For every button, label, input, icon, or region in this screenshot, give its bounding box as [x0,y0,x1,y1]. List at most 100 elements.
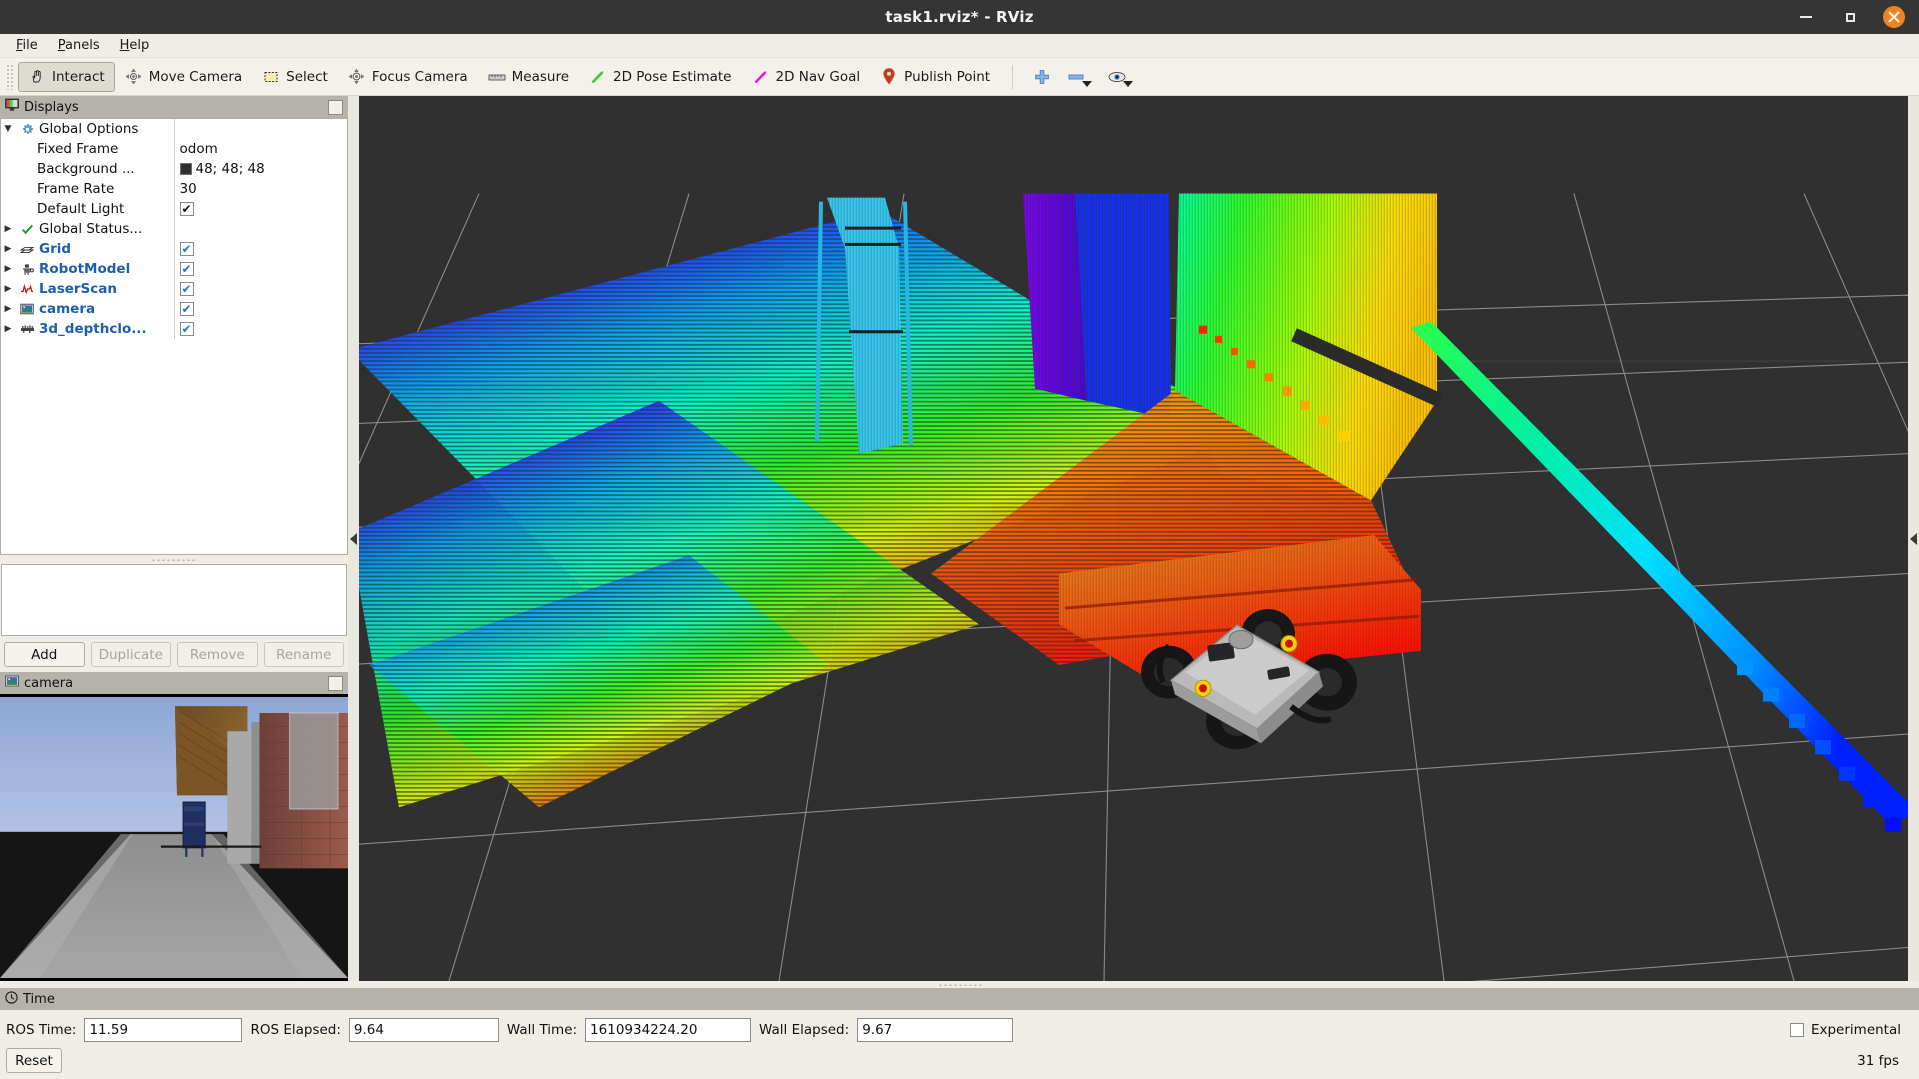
tree-label-fixed-frame: Fixed Frame [37,141,119,157]
menu-file[interactable]: File [8,36,46,55]
camera-image-view[interactable] [0,694,348,981]
rviz-window: task1.rviz* - RViz File Panels Help Inte… [0,0,1919,1079]
experimental-wrapper: Experimental [1789,1022,1913,1038]
displays-float-button[interactable] [328,99,343,115]
wall-elapsed-input[interactable]: 9.67 [857,1018,1014,1042]
wall-time-input[interactable]: 1610934224.20 [585,1018,752,1042]
expander-right-icon[interactable]: ▶ [1,324,15,334]
checkbox-laserscan[interactable]: ✔ [179,282,194,296]
menu-help[interactable]: Help [112,36,158,55]
pointcloud-icon [19,321,35,337]
remove-tool-button[interactable] [1059,62,1100,92]
ros-elapsed-input[interactable]: 9.64 [348,1018,499,1042]
hand-cursor-icon [28,68,46,86]
clock-icon [5,990,18,1008]
tree-label-camera: camera [39,301,96,317]
wall-elapsed-label: Wall Elapsed: [759,1022,850,1038]
tool-move-camera[interactable]: Move Camera [115,62,252,92]
tree-row-background-color[interactable]: Background ... 48; 48; 48 [1,159,347,179]
remove-tool-dropdown-icon[interactable] [1082,80,1093,87]
time-panel: Time ROS Time: 11.59 ROS Elapsed: 9.64 W… [0,981,1919,1079]
expander-right-icon[interactable]: ▶ [1,284,15,294]
displays-icon [5,98,19,116]
menu-panels[interactable]: Panels [50,36,108,55]
rename-button[interactable]: Rename [263,642,344,667]
reset-row: Reset 31 fps [0,1046,1919,1079]
3d-viewport[interactable] [359,96,1908,981]
tree-row-laserscan[interactable]: ▶ LaserScan ✔ [1,279,347,299]
tool-interact[interactable]: Interact [18,61,115,92]
tool-select[interactable]: Select [252,62,338,92]
checkbox-3d-depthcloud[interactable]: ✔ [179,322,194,336]
tool-2d-nav-goal-label: 2D Nav Goal [775,68,861,85]
minimize-icon[interactable] [1795,6,1817,28]
tree-label-grid: Grid [39,241,72,257]
remove-button[interactable]: Remove [177,642,258,667]
tree-row-fixed-frame[interactable]: Fixed Frame odom [1,139,347,159]
displays-panel-title: Displays [24,99,79,115]
tool-measure-label: Measure [511,68,570,85]
collapse-right-icon[interactable] [1910,532,1917,545]
checkbox-robotmodel[interactable]: ✔ [179,262,194,276]
checkbox-camera[interactable]: ✔ [179,302,194,316]
tree-value-fixed-frame[interactable]: odom [173,139,347,159]
ros-time-input[interactable]: 11.59 [84,1018,243,1042]
reset-button[interactable]: Reset [6,1048,62,1073]
tool-measure[interactable]: Measure [478,62,579,92]
tree-row-robotmodel[interactable]: ▶ RobotModel ✔ [1,259,347,279]
menu-bar: File Panels Help [0,34,1919,58]
expander-right-icon[interactable]: ▶ [1,244,15,254]
title-bar: task1.rviz* - RViz [0,0,1919,34]
left-splitter[interactable] [348,96,359,981]
menu-file-rest: ile [22,38,38,53]
select-rect-icon [262,68,280,86]
tree-row-grid[interactable]: ▶ Grid ✔ [1,239,347,259]
add-button[interactable]: Add [4,642,85,667]
tree-row-frame-rate[interactable]: Frame Rate 30 [1,179,347,199]
collapse-left-icon[interactable] [350,532,357,545]
green-arrow-icon [589,68,607,86]
maximize-icon[interactable] [1839,6,1861,28]
map-pin-icon [880,68,898,86]
plus-icon [1033,68,1051,86]
displays-tree[interactable]: ▼ Global Options Fixed Frame odom Backgr… [0,118,348,555]
tree-row-global-status[interactable]: ▶ Global Status... [1,219,347,239]
tree-value-frame-rate[interactable]: 30 [173,179,347,199]
display-description-box [1,564,347,636]
tool-2d-pose-estimate[interactable]: 2D Pose Estimate [579,62,741,92]
tree-label-frame-rate: Frame Rate [37,181,115,197]
expander-right-icon[interactable]: ▶ [1,224,15,234]
time-panel-grip[interactable] [0,981,1919,988]
right-splitter[interactable] [1908,96,1919,981]
tree-row-global-options[interactable]: ▼ Global Options [1,119,347,139]
camera-panel-icon [5,675,19,691]
checkbox-default-light[interactable]: ✔ [179,202,194,216]
expander-right-icon[interactable]: ▶ [1,304,15,314]
experimental-checkbox[interactable] [1789,1023,1804,1037]
duplicate-button[interactable]: Duplicate [90,642,171,667]
tree-value-background-color[interactable]: 48; 48; 48 [173,159,347,179]
tree-value-global-options [173,119,347,139]
tree-row-camera[interactable]: ▶ camera ✔ [1,299,347,319]
add-tool-button[interactable] [1025,62,1059,92]
checkbox-grid[interactable]: ✔ [179,242,194,256]
tree-label-background-color: Background ... [37,161,135,177]
time-panel-title: Time [23,991,55,1007]
tool-2d-nav-goal[interactable]: 2D Nav Goal [742,62,871,92]
view-tool-dropdown-icon[interactable] [1123,80,1134,87]
toolbar-grip[interactable] [6,63,14,90]
panel-splitter-handle[interactable] [0,555,348,564]
close-icon[interactable] [1883,6,1905,28]
tree-row-3d-depthcloud[interactable]: ▶ 3d_depthclo... ✔ [1,319,347,339]
view-tool-button[interactable] [1100,62,1141,92]
expander-down-icon[interactable]: ▼ [1,124,15,134]
camera-panel-header: camera [0,672,348,694]
camera-float-button[interactable] [328,675,343,691]
expander-right-icon[interactable]: ▶ [1,264,15,274]
camera-panel: camera [0,672,348,981]
tree-row-default-light[interactable]: Default Light ✔ [1,199,347,219]
grid-icon [19,241,35,257]
ros-elapsed-label: ROS Elapsed: [250,1022,341,1038]
tool-focus-camera[interactable]: Focus Camera [338,62,478,92]
tool-publish-point[interactable]: Publish Point [870,62,1000,92]
